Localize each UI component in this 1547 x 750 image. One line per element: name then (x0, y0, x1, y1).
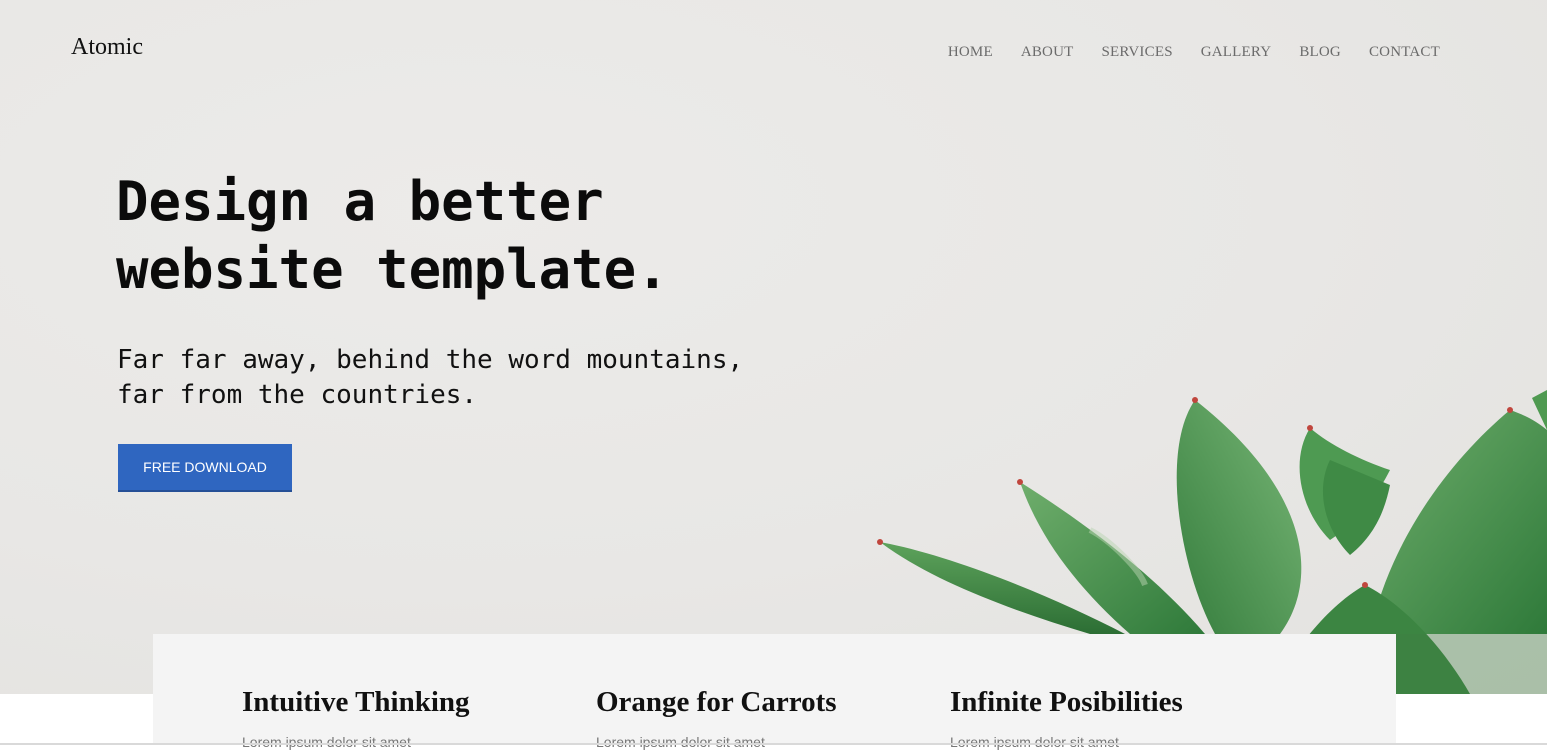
nav-item-contact[interactable]: CONTACT (1369, 44, 1440, 61)
nav-item-services[interactable]: SERVICES (1101, 44, 1172, 61)
feature-card: Orange for Carrots Lorem ipsum dolor sit… (596, 684, 916, 750)
hero-section: Atomic HOME ABOUT SERVICES GALLERY BLOG … (0, 0, 1547, 694)
nav-item-home[interactable]: HOME (948, 44, 993, 61)
free-download-button[interactable]: FREE DOWNLOAD (118, 444, 292, 492)
hero-subtitle-line2: far from the countries. (117, 380, 478, 410)
hero-headline-line1: Design a better (116, 170, 604, 233)
feature-text: Lorem ipsum dolor sit amet (950, 734, 1119, 750)
feature-text: Lorem ipsum dolor sit amet (596, 734, 765, 750)
features-panel: Intuitive Thinking Lorem ipsum dolor sit… (153, 634, 1396, 750)
feature-card: Intuitive Thinking Lorem ipsum dolor sit… (242, 684, 562, 750)
hero-headline-line2: website template. (116, 238, 669, 301)
feature-title: Intuitive Thinking (242, 686, 470, 718)
feature-text: Lorem ipsum dolor sit amet (242, 734, 411, 750)
nav-item-blog[interactable]: BLOG (1299, 44, 1341, 61)
brand-logo[interactable]: Atomic (71, 34, 143, 61)
nav-item-about[interactable]: ABOUT (1021, 44, 1074, 61)
hero-headline: Design a better website template. (116, 168, 816, 304)
main-nav: HOME ABOUT SERVICES GALLERY BLOG CONTACT (920, 44, 1440, 61)
hero-subtitle: Far far away, behind the word mountains,… (117, 343, 837, 413)
feature-title: Infinite Posibilities (950, 686, 1183, 718)
hero-subtitle-line1: Far far away, behind the word mountains, (117, 345, 744, 375)
nav-item-gallery[interactable]: GALLERY (1201, 44, 1272, 61)
feature-card: Infinite Posibilities Lorem ipsum dolor … (950, 684, 1270, 750)
feature-title: Orange for Carrots (596, 686, 837, 718)
